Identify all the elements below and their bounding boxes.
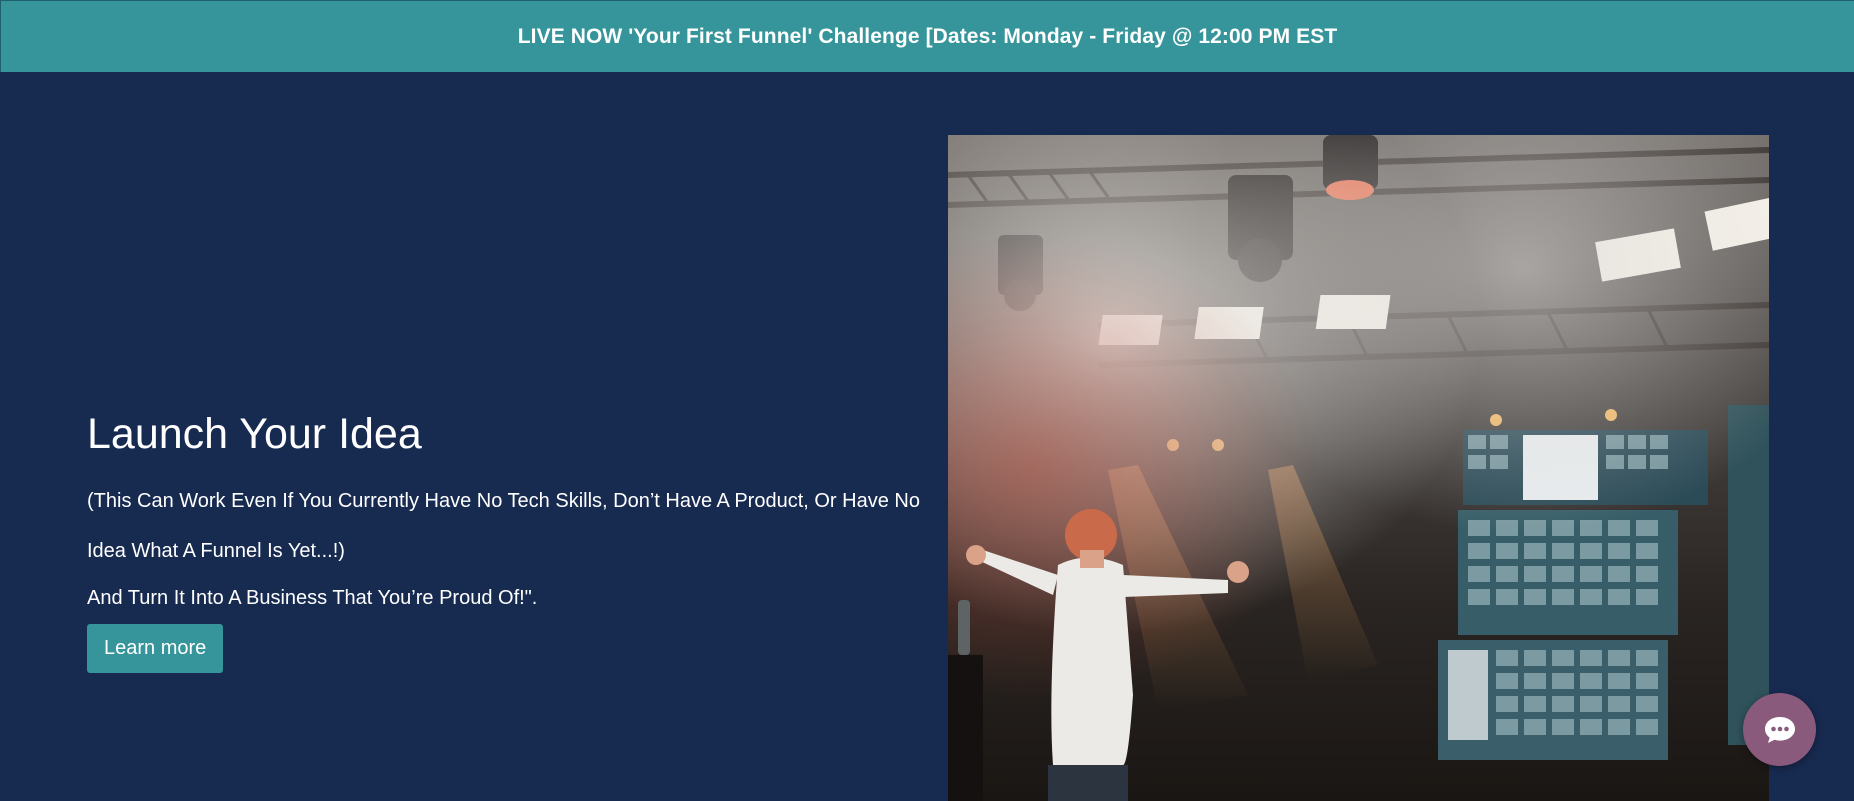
learn-more-button[interactable]: Learn more <box>87 624 224 673</box>
chat-bubble-icon <box>1764 716 1795 743</box>
announcement-text: LIVE NOW 'Your First Funnel' Challenge [… <box>517 24 1338 48</box>
hero-subtitle: (This Can Work Even If You Currently Hav… <box>87 490 920 562</box>
hero-text-block: Launch Your Idea (This Can Work Even If … <box>87 408 927 673</box>
hero-tagline: And Turn It Into A Business That You’re … <box>87 587 538 609</box>
chat-widget-button[interactable] <box>1743 693 1816 766</box>
hero-title: Launch Your Idea <box>87 410 422 458</box>
hero-image <box>948 135 1769 801</box>
stage-photo <box>948 135 1769 801</box>
announcement-bar: LIVE NOW 'Your First Funnel' Challenge [… <box>0 0 1854 72</box>
